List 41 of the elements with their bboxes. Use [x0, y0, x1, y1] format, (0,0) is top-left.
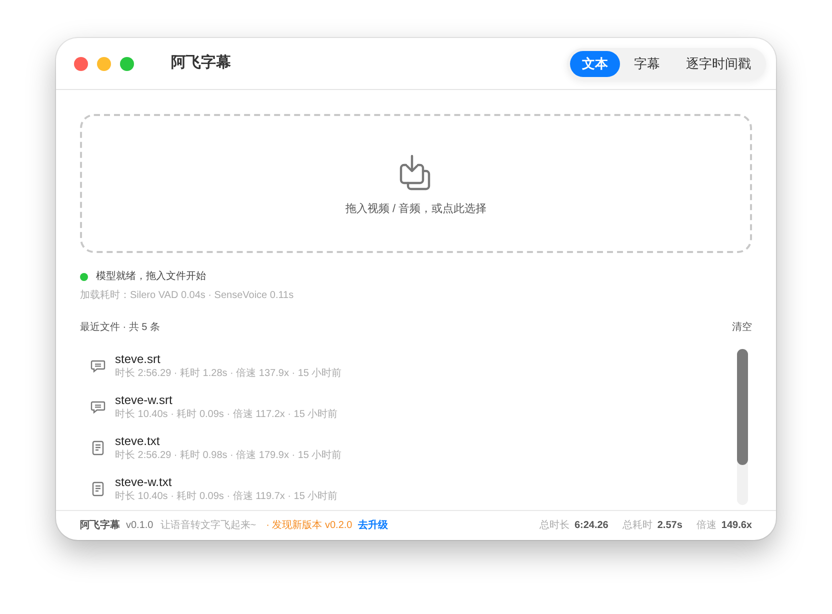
- speech-bubble-icon: [90, 358, 106, 374]
- stat-label: 倍速: [696, 518, 716, 533]
- recent-files-heading: 最近文件 · 共 5 条: [80, 320, 160, 335]
- file-name: steve-w.srt: [115, 392, 174, 408]
- stat-value: 2.57s: [657, 519, 682, 533]
- document-icon: [91, 481, 105, 498]
- file-details: 时长 10.40s · 耗时 0.09s · 倍速 119.7x · 15 小时前: [115, 490, 338, 504]
- file-name: steve.txt: [115, 433, 161, 450]
- file-name: steve.srt: [115, 350, 162, 367]
- minimize-button[interactable]: [97, 56, 111, 70]
- load-times: 加载耗时：Silero VAD 0.04s · SenseVoice 0.11s: [80, 288, 295, 303]
- footer-app-name: 阿飞字幕: [80, 518, 120, 533]
- drop-zone[interactable]: 拖入视频 / 音频，或点此选择: [80, 114, 752, 253]
- stat-value: 149.6x: [721, 519, 752, 533]
- file-details: 时长 2:56.29 · 耗时 1.28s · 倍速 137.9x · 15 小时前: [115, 366, 342, 381]
- footer-version: v0.1.0: [126, 519, 154, 533]
- file-name: steve-w.txt: [115, 474, 173, 490]
- footer-tagline: 让语音转文字飞起来~: [160, 518, 256, 533]
- stat-value: 6:24.26: [574, 519, 608, 533]
- update-notice: · 发现新版本 v0.2.0: [266, 518, 352, 533]
- status-message: 模型就绪，拖入文件开始: [96, 270, 206, 284]
- recent-file-item[interactable]: steve.srt 时长 2:56.29 · 耗时 1.28s · 倍速 137.9x · 15 小时前: [80, 345, 737, 386]
- tab[interactable]: 逐字时间戳: [674, 50, 763, 76]
- file-details: 时长 10.40s · 耗时 0.09s · 倍速 117.2x · 15 小时前: [115, 408, 338, 422]
- drop-zone-label: 拖入视频 / 音频，或点此选择: [345, 202, 487, 218]
- scrollbar-thumb[interactable]: [737, 349, 748, 465]
- speech-bubble-icon: [90, 398, 106, 415]
- recent-file-item[interactable]: steve-w.srt 时长 10.40s · 耗时 0.09s · 倍速 117.2x · 15 小时前: [80, 386, 737, 428]
- clear-button[interactable]: 清空: [732, 320, 752, 335]
- stat-label: 总时长: [539, 518, 570, 533]
- file-details: 时长 2:56.29 · 耗时 0.98s · 倍速 179.9x · 15 小时前: [115, 449, 342, 464]
- zoom-button[interactable]: [120, 56, 134, 70]
- tab[interactable]: 文本: [570, 50, 620, 76]
- tab[interactable]: 字幕: [622, 50, 672, 76]
- stat-label: 总耗时: [622, 518, 652, 533]
- document-icon: [91, 440, 105, 456]
- window-title: 阿飞字幕: [171, 53, 231, 74]
- upgrade-link[interactable]: 去升级: [358, 518, 388, 533]
- recent-file-item[interactable]: steve.txt 时长 2:56.29 · 耗时 0.98s · 倍速 179.9x · 15 小时前: [80, 428, 737, 469]
- recent-file-item[interactable]: steve-w.txt 时长 10.40s · 耗时 0.09s · 倍速 119.7x · 15 小时前: [80, 468, 737, 510]
- close-button[interactable]: [74, 56, 88, 70]
